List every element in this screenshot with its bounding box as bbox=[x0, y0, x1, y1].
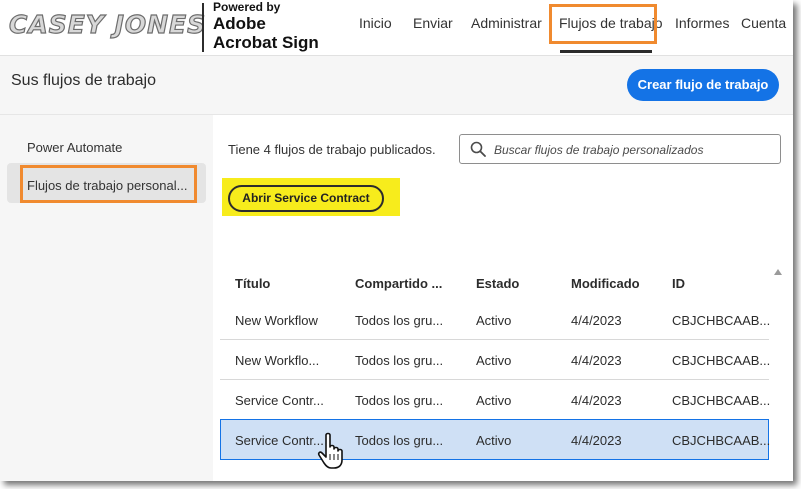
nav-home[interactable]: Inicio bbox=[359, 15, 392, 31]
cell-status: Activo bbox=[476, 313, 512, 328]
column-header-status[interactable]: Estado bbox=[476, 276, 519, 291]
top-header: CASEY JONES Powered by Adobe Acrobat Sig… bbox=[0, 0, 793, 56]
open-service-contract-button[interactable]: Abrir Service Contract bbox=[228, 185, 384, 212]
table-header: Título Compartido ... Estado Modificado … bbox=[214, 260, 769, 300]
cell-title: New Workflow bbox=[235, 313, 318, 328]
nav-reports[interactable]: Informes bbox=[675, 15, 729, 31]
header-divider bbox=[202, 3, 204, 52]
create-workflow-button[interactable]: Crear flujo de trabajo bbox=[627, 69, 779, 101]
column-header-id[interactable]: ID bbox=[672, 276, 685, 291]
product-name-line1: Adobe bbox=[213, 14, 266, 33]
product-name-line2: Acrobat Sign bbox=[213, 33, 319, 52]
powered-by-label: Powered by bbox=[213, 0, 281, 14]
cell-title: New Workflo... bbox=[235, 353, 320, 368]
scroll-up-arrow-icon[interactable] bbox=[774, 269, 782, 275]
cell-shared: Todos los gru... bbox=[355, 353, 444, 368]
column-header-title[interactable]: Título bbox=[235, 276, 270, 291]
sidebar: Power Automate Flujos de trabajo persona… bbox=[0, 115, 213, 481]
cell-modified: 4/4/2023 bbox=[571, 393, 622, 408]
sidebar-item-power-automate[interactable]: Power Automate bbox=[27, 140, 122, 155]
product-name: Adobe Acrobat Sign bbox=[213, 14, 319, 52]
nav-workflows-highlight bbox=[549, 4, 657, 44]
cell-shared: Todos los gru... bbox=[355, 313, 444, 328]
search-icon bbox=[470, 141, 486, 157]
nav-send[interactable]: Enviar bbox=[413, 15, 453, 31]
brand-logo: CASEY JONES bbox=[8, 9, 207, 39]
cell-status: Activo bbox=[476, 353, 512, 368]
workflow-count-text: Tiene 4 flujos de trabajo publicados. bbox=[228, 142, 436, 157]
cell-id: CBJCHBCAAB... bbox=[672, 353, 771, 368]
cell-title: Service Contr... bbox=[235, 393, 324, 408]
hand-pointer-icon bbox=[317, 432, 343, 469]
cell-status: Activo bbox=[476, 433, 512, 448]
cell-id: CBJCHBCAAB... bbox=[672, 393, 771, 408]
cell-title: Service Contr... bbox=[235, 433, 324, 448]
title-bar: Sus flujos de trabajo Crear flujo de tra… bbox=[0, 56, 793, 115]
cell-modified: 4/4/2023 bbox=[571, 353, 622, 368]
cell-shared: Todos los gru... bbox=[355, 393, 444, 408]
column-header-modified[interactable]: Modificado bbox=[571, 276, 640, 291]
cell-shared: Todos los gru... bbox=[355, 433, 444, 448]
app-window: CASEY JONES Powered by Adobe Acrobat Sig… bbox=[0, 0, 793, 481]
table-row[interactable]: New Workflow Todos los gru... Activo 4/4… bbox=[220, 300, 771, 340]
table-row[interactable]: Service Contr... Todos los gru... Activo… bbox=[220, 380, 771, 420]
main-content: Tiene 4 flujos de trabajo publicados. Ab… bbox=[214, 115, 793, 481]
cell-modified: 4/4/2023 bbox=[571, 313, 622, 328]
table-scrollbar[interactable] bbox=[772, 267, 786, 481]
column-header-shared[interactable]: Compartido ... bbox=[355, 276, 442, 291]
cell-modified: 4/4/2023 bbox=[571, 433, 622, 448]
nav-account[interactable]: Cuenta bbox=[741, 15, 786, 31]
page-title: Sus flujos de trabajo bbox=[11, 72, 156, 89]
search-box[interactable] bbox=[459, 134, 781, 164]
nav-manage[interactable]: Administrar bbox=[471, 15, 542, 31]
cell-id: CBJCHBCAAB... bbox=[672, 313, 771, 328]
cell-status: Activo bbox=[476, 393, 512, 408]
nav-active-underline bbox=[560, 50, 652, 53]
sidebar-item-highlight bbox=[20, 165, 197, 203]
table-row[interactable]: New Workflo... Todos los gru... Activo 4… bbox=[220, 340, 771, 380]
table-row-selected[interactable]: Service Contr... Todos los gru... Activo… bbox=[220, 419, 771, 460]
search-input[interactable] bbox=[494, 141, 774, 158]
cell-id: CBJCHBCAAB... bbox=[672, 433, 771, 448]
